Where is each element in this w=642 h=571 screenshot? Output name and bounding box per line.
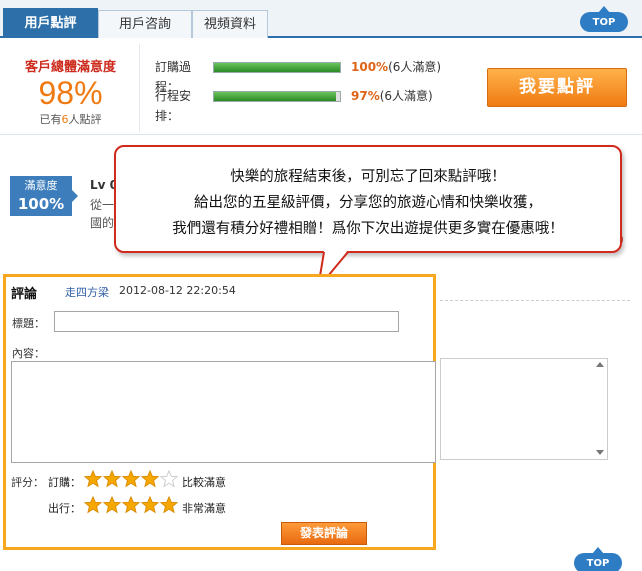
rating-bar: [213, 91, 341, 102]
star-icon[interactable]: [140, 495, 160, 514]
rating-bar: [213, 62, 341, 73]
tab-user-reviews[interactable]: 用戶點評: [3, 8, 98, 38]
review-reminder-bubble: 快樂的旅程結束後，可別忘了回來點評哦！ 給出您的五星級評價，分享您的旅遊心情和快…: [114, 145, 622, 253]
overall-satisfaction: 客戶總體滿意度 98% 已有6人點評: [2, 44, 140, 132]
scroll-down-arrow-icon: [596, 450, 604, 455]
satisfaction-percent: 98%: [38, 75, 103, 111]
title-input[interactable]: [54, 311, 399, 332]
bubble-line-3: 我們還有積分好禮相贈！爲你下次出遊提供更多實在優惠哦！: [172, 221, 564, 237]
star-icon[interactable]: [121, 469, 141, 488]
review-text-fragment: 從一: [90, 198, 115, 212]
form-username[interactable]: 走四方梁: [65, 284, 109, 300]
rating-label: 行程安排：: [155, 89, 192, 123]
rating-value: 97%(6人滿意): [351, 89, 433, 103]
form-timestamp: 2012-08-12 22:20:54: [119, 284, 236, 297]
comment-form: 評論 走四方梁 2012-08-12 22:20:54 標題： 內容： 評分： …: [3, 274, 436, 550]
star-icon[interactable]: [159, 469, 179, 488]
rating-value: 100%(6人滿意): [351, 60, 442, 74]
rating-bar-fill: [214, 63, 340, 72]
star-icon[interactable]: [121, 495, 141, 514]
score-label: 評分：: [11, 476, 44, 489]
tab-user-inquiries[interactable]: 用戶咨詢: [98, 10, 192, 38]
rating-label-booking: 訂購：: [48, 476, 81, 489]
background-textarea: [440, 358, 608, 460]
title-label: 標題：: [12, 317, 45, 330]
star-icon[interactable]: [140, 469, 160, 488]
rating-row-itinerary: 行程安排： 97%(6人滿意): [155, 86, 433, 123]
bubble-line-2: 給出您的五星級評價，分享您的旅遊心情和快樂收獲，: [194, 195, 542, 211]
satisfaction-title: 客戶總體滿意度: [24, 60, 116, 75]
rating-desc-booking: 比較滿意: [182, 476, 226, 489]
bubble-line-1: 快樂的旅程結束後，可別忘了回來點評哦！: [230, 169, 506, 185]
scroll-up-arrow-icon: [596, 362, 604, 367]
star-icon[interactable]: [83, 469, 103, 488]
form-title: 評論: [11, 287, 38, 302]
divider: [440, 300, 630, 301]
review-satisfaction-badge: 滿意度 100%: [10, 176, 78, 216]
submit-comment-button[interactable]: 發表評論: [281, 522, 367, 545]
star-icon[interactable]: [102, 495, 122, 514]
satisfaction-summary: 客戶總體滿意度 98% 已有6人點評 訂購過程： 100%(6人滿意) 行程安排…: [0, 40, 642, 135]
rating-desc-travel: 非常滿意: [182, 502, 226, 515]
review-count: 已有6人點評: [39, 113, 102, 126]
rating-label-travel: 出行：: [48, 502, 81, 515]
star-icon[interactable]: [102, 469, 122, 488]
star-rating-booking[interactable]: [83, 469, 179, 490]
star-icon[interactable]: [83, 495, 103, 514]
review-text-fragment: 國的: [90, 216, 115, 230]
back-to-top-button[interactable]: TOP: [580, 6, 628, 32]
tab-bar: 用戶點評 用戶咨詢 視頻資料 TOP: [0, 0, 642, 38]
content-label: 內容：: [12, 347, 45, 360]
write-review-button[interactable]: 我要點評: [487, 68, 627, 107]
tab-video-info[interactable]: 視頻資料: [192, 10, 268, 38]
rating-row-booking: 訂購過程： 100%(6人滿意): [155, 57, 441, 94]
rating-bar-fill: [214, 92, 337, 101]
content-textarea[interactable]: [11, 361, 436, 463]
star-rating-travel[interactable]: [83, 495, 179, 516]
star-icon[interactable]: [159, 495, 179, 514]
back-to-top-button-bottom[interactable]: TOP: [574, 547, 622, 571]
